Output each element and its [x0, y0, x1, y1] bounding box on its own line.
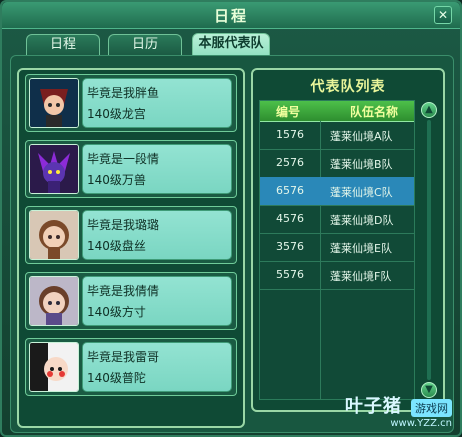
member-info: 毕竟是一段情 140级万兽 — [82, 144, 232, 194]
table-row[interactable]: 3576 蓬莱仙境E队 — [260, 233, 414, 262]
team-id: 1576 — [276, 128, 304, 141]
team-name: 蓬莱仙境C队 — [330, 186, 393, 199]
chevron-up-icon: ▲ — [425, 104, 433, 115]
member-card[interactable]: 毕竟是我雷哥 140级普陀 — [25, 338, 237, 396]
member-info: 毕竟是我胖鱼 140级龙宫 — [82, 78, 232, 128]
avatar-joker-icon — [29, 342, 79, 392]
member-name: 毕竟是我胖鱼 — [87, 86, 160, 100]
member-level: 140级盘丝 — [87, 239, 146, 253]
team-table: 编号 队伍名称 1576 蓬莱仙境A队 2576 蓬莱仙境B队 6576 蓬莱仙… — [259, 100, 415, 400]
team-id: 5576 — [276, 268, 304, 281]
member-name: 毕竟是我倩倩 — [87, 284, 160, 298]
team-name: 蓬莱仙境E队 — [330, 242, 392, 255]
table-row[interactable]: 1576 蓬莱仙境A队 — [260, 121, 414, 150]
table-header: 编号 队伍名称 — [260, 101, 414, 122]
scroll-track[interactable] — [427, 120, 431, 380]
team-name: 蓬莱仙境B队 — [330, 158, 393, 171]
table-row[interactable]: 4576 蓬莱仙境D队 — [260, 205, 414, 234]
tab-calendar[interactable]: 日历 — [108, 34, 182, 55]
table-row[interactable]: 2576 蓬莱仙境B队 — [260, 149, 414, 178]
schedule-window: 日程 ✕ 日程 日历 本服代表队 毕竟是我胖鱼 140级龙宫 毕竟是一段情 14… — [0, 0, 462, 437]
team-list-scrollbar[interactable]: ▲ ▼ — [421, 102, 437, 398]
tab-bar: 日程 日历 本服代表队 — [2, 30, 460, 56]
watermark-url: www.YZZ.cn — [390, 418, 452, 429]
member-level: 140级万兽 — [87, 173, 146, 187]
member-name: 毕竟是我璐璐 — [87, 218, 160, 232]
watermark-badge: 游戏网 — [411, 399, 452, 417]
member-card[interactable]: 毕竟是我倩倩 140级方寸 — [25, 272, 237, 330]
team-id: 4576 — [276, 212, 304, 225]
header-id: 编号 — [276, 105, 301, 119]
team-name: 蓬莱仙境D队 — [330, 214, 394, 227]
member-name: 毕竟是我雷哥 — [87, 350, 160, 364]
member-info: 毕竟是我璐璐 140级盘丝 — [82, 210, 232, 260]
member-card[interactable]: 毕竟是一段情 140级万兽 — [25, 140, 237, 198]
member-card[interactable]: 毕竟是我胖鱼 140级龙宫 — [25, 74, 237, 132]
member-level: 140级龙宫 — [87, 107, 146, 121]
member-panel: 毕竟是我胖鱼 140级龙宫 毕竟是一段情 140级万兽 毕竟是我璐璐 140级盘… — [17, 68, 245, 428]
member-info: 毕竟是我雷哥 140级普陀 — [82, 342, 232, 392]
scroll-up-button[interactable]: ▲ — [421, 102, 437, 118]
window-title: 日程 — [213, 7, 248, 25]
title-bar: 日程 ✕ — [2, 2, 460, 29]
avatar-girl-icon — [29, 210, 79, 260]
watermark-brand: 叶子猪 — [344, 396, 402, 417]
avatar-girl2-icon — [29, 276, 79, 326]
team-name: 蓬莱仙境F队 — [330, 270, 392, 283]
team-list-title: 代表队列表 — [310, 79, 386, 95]
team-id: 3576 — [276, 240, 304, 253]
member-name: 毕竟是一段情 — [87, 152, 160, 166]
header-team-name: 队伍名称 — [350, 105, 399, 119]
team-id: 6576 — [276, 184, 304, 197]
content-area: 毕竟是我胖鱼 140级龙宫 毕竟是一段情 140级万兽 毕竟是我璐璐 140级盘… — [10, 55, 454, 433]
member-card[interactable]: 毕竟是我璐璐 140级盘丝 — [25, 206, 237, 264]
team-id: 2576 — [276, 156, 304, 169]
site-watermark: 叶子猪 游戏网 www.YZZ.cn — [345, 392, 452, 429]
tab-schedule[interactable]: 日程 — [26, 34, 100, 55]
member-level: 140级方寸 — [87, 305, 146, 319]
member-level: 140级普陀 — [87, 371, 146, 385]
table-row[interactable]: 6576 蓬莱仙境C队 — [260, 177, 414, 206]
tab-server-team[interactable]: 本服代表队 — [192, 33, 270, 56]
member-info: 毕竟是我倩倩 140级方寸 — [82, 276, 232, 326]
avatar-warrior-icon — [29, 78, 79, 128]
table-row[interactable]: 5576 蓬莱仙境F队 — [260, 261, 414, 290]
team-list-panel: 代表队列表 编号 队伍名称 1576 蓬莱仙境A队 2576 蓬莱仙境B队 65… — [251, 68, 445, 412]
close-icon[interactable]: ✕ — [434, 6, 452, 24]
avatar-demon-icon — [29, 144, 79, 194]
team-name: 蓬莱仙境A队 — [330, 130, 393, 143]
